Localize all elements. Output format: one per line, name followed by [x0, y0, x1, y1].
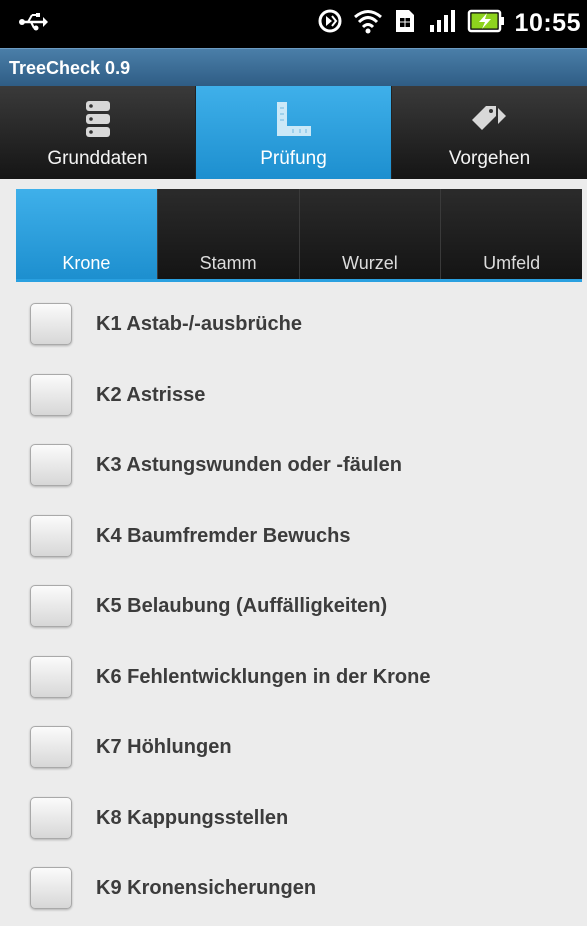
tab-vorgehen[interactable]: Vorgehen — [392, 86, 587, 179]
tab-label: Vorgehen — [448, 148, 531, 169]
app-title-bar: TreeCheck 0.9 — [0, 48, 587, 86]
subtab-label: Krone — [62, 253, 111, 273]
checkbox[interactable] — [30, 726, 72, 768]
main-tab-bar: Grunddaten Prüfung Vorgehen — [0, 86, 587, 179]
item-label: K1 Astab-/-ausbrüche — [96, 313, 302, 335]
checkbox[interactable] — [30, 303, 72, 345]
sync-icon — [317, 8, 343, 39]
status-bar: 10:55 — [0, 0, 587, 48]
checkbox[interactable] — [30, 655, 72, 698]
checkbox[interactable] — [30, 444, 72, 486]
item-label: K7 Höhlungen — [96, 736, 232, 758]
subtab-label: Wurzel — [342, 253, 398, 273]
list-item[interactable]: K9 Kronensicherungen — [0, 855, 587, 926]
item-label: K5 Belaubung (Auffälligkeiten) — [96, 595, 388, 617]
list-item[interactable]: K7 Höhlungen — [0, 714, 587, 785]
signal-icon — [427, 8, 457, 39]
tag-arrow-icon — [470, 100, 510, 140]
list-item[interactable]: K8 Kappungsstellen — [0, 785, 587, 856]
sub-tab-area: Krone Stamm Wurzel Umfeld — [0, 179, 587, 291]
checkbox[interactable] — [30, 514, 72, 557]
item-label: K9 Kronensicherungen — [96, 877, 317, 899]
tab-label: Grunddaten — [47, 148, 148, 169]
item-label: K6 Fehlentwicklungen in der Krone — [96, 665, 431, 688]
database-icon — [85, 100, 111, 144]
item-label: K3 Astungswunden oder -fäulen — [96, 454, 402, 476]
list-item[interactable]: K3 Astungswunden oder -fäulen — [0, 432, 587, 503]
tab-label: Prüfung — [260, 148, 327, 169]
subtab-wurzel[interactable]: Wurzel — [299, 189, 442, 279]
subtab-krone[interactable]: Krone — [16, 189, 158, 279]
wifi-icon — [353, 8, 383, 39]
checkbox[interactable] — [30, 585, 72, 627]
subtab-stamm[interactable]: Stamm — [157, 189, 300, 279]
app-title: TreeCheck 0.9 — [9, 58, 131, 78]
tab-pruefung[interactable]: Prüfung — [196, 86, 392, 179]
subtab-umfeld[interactable]: Umfeld — [441, 189, 582, 279]
tab-grunddaten[interactable]: Grunddaten — [0, 86, 196, 179]
checkbox[interactable] — [30, 373, 72, 416]
list-item[interactable]: K2 Astrisse — [0, 362, 587, 433]
list-item[interactable]: K5 Belaubung (Auffälligkeiten) — [0, 573, 587, 644]
list-item[interactable]: K4 Baumfremder Bewuchs — [0, 503, 587, 574]
list-item[interactable]: K1 Astab-/-ausbrüche — [0, 291, 587, 362]
subtab-label: Umfeld — [483, 253, 541, 273]
battery-charging-icon — [467, 8, 505, 39]
subtab-label: Stamm — [199, 253, 257, 273]
list-item[interactable]: K6 Fehlentwicklungen in der Krone — [0, 644, 587, 715]
item-label: K8 Kappungsstellen — [96, 806, 289, 829]
sub-tab-bar: Krone Stamm Wurzel Umfeld — [16, 189, 582, 282]
ruler-icon — [275, 100, 313, 144]
item-label: K4 Baumfremder Bewuchs — [96, 524, 351, 547]
sim-icon — [393, 8, 417, 39]
usb-icon — [18, 10, 48, 39]
clock: 10:55 — [514, 9, 581, 37]
checklist: K1 Astab-/-ausbrüche K2 Astrisse K3 Astu… — [0, 291, 587, 926]
checkbox[interactable] — [30, 867, 72, 909]
item-label: K2 Astrisse — [96, 383, 206, 406]
checkbox[interactable] — [30, 796, 72, 839]
